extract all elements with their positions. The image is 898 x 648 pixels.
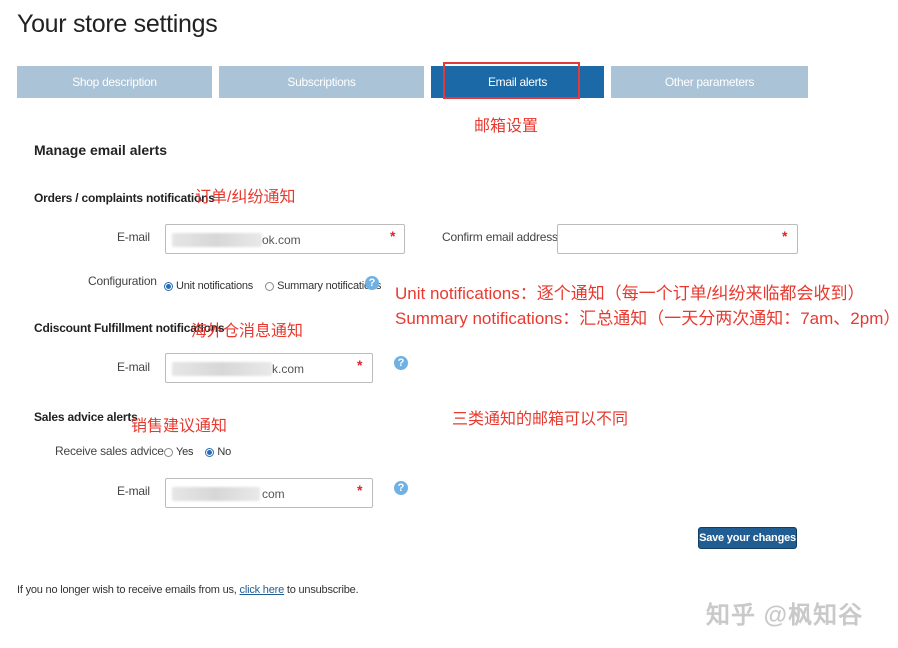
orders-heading: Orders / complaints notifications [34,191,215,205]
confirm-email-label: Confirm email address [442,230,558,244]
fulfillment-email-value: k.com [272,362,305,376]
annotation-sales-advice: 销售建议通知 [131,418,228,435]
fulfillment-email-label: E-mail [117,360,150,374]
redacted-blur [172,362,272,376]
save-button[interactable]: Save your changes [698,527,797,549]
radio-yes[interactable] [164,447,173,457]
watermark: 知乎 @枫知谷 [706,602,864,629]
tab-shop-description[interactable]: Shop description [17,66,212,98]
sales-email-value: com [262,487,285,501]
required-mark: * [390,228,396,244]
configuration-label: Configuration [88,274,157,288]
redacted-blur [172,233,262,247]
radio-unit-label: Unit notifications [176,280,254,292]
radio-no-label: No [217,446,232,458]
orders-email-value: ok.com [262,233,301,247]
unsubscribe-link[interactable]: click here [240,584,285,596]
sales-email-input[interactable]: com [165,478,373,508]
required-mark: * [357,357,363,373]
annotation-unit-notifications: Unit notifications：逐个通知（每一个订单/纠纷来临都会收到） [395,284,865,303]
radio-no[interactable] [205,447,215,457]
sales-heading: Sales advice alerts [34,410,138,424]
required-mark: * [782,228,788,244]
sales-advice-radio-group: Yes No [164,446,231,458]
orders-email-label: E-mail [117,230,150,244]
annotation-summary-notifications: Summary notifications：汇总通知（一天分两次通知：7am、2… [395,309,898,328]
tab-other-parameters[interactable]: Other parameters [611,66,808,98]
radio-yes-label: Yes [176,446,194,458]
annotation-email-settings: 邮箱设置 [474,118,539,135]
receive-sales-advice-label: Receive sales advice [55,444,164,458]
annotation-orders: 订单/纠纷通知 [195,189,296,206]
annotation-different-emails: 三类通知的邮箱可以不同 [452,411,629,428]
footer: If you no longer wish to receive emails … [17,584,359,596]
footer-text-after: to unsubscribe. [286,584,359,596]
annotation-highlight-box [443,62,580,99]
annotation-fulfillment: 海外仓消息通知 [191,323,304,340]
help-icon[interactable]: ? [394,356,408,370]
section-title: Manage email alerts [34,142,168,158]
help-icon[interactable]: ? [365,276,379,290]
confirm-email-input[interactable] [557,224,798,254]
help-icon[interactable]: ? [394,481,408,495]
footer-text-before: If you no longer wish to receive emails … [17,584,237,596]
radio-summary-notifications[interactable] [265,281,275,291]
tab-subscriptions[interactable]: Subscriptions [219,66,424,98]
fulfillment-email-input[interactable]: k.com [165,353,373,383]
configuration-radio-group: Unit notifications Summary notifications [164,280,381,292]
radio-unit-notifications[interactable] [164,281,173,291]
orders-email-input[interactable]: ok.com [165,224,405,254]
sales-email-label: E-mail [117,484,150,498]
redacted-blur [172,487,260,501]
page-title: Your store settings [17,10,218,38]
required-mark: * [357,482,363,498]
